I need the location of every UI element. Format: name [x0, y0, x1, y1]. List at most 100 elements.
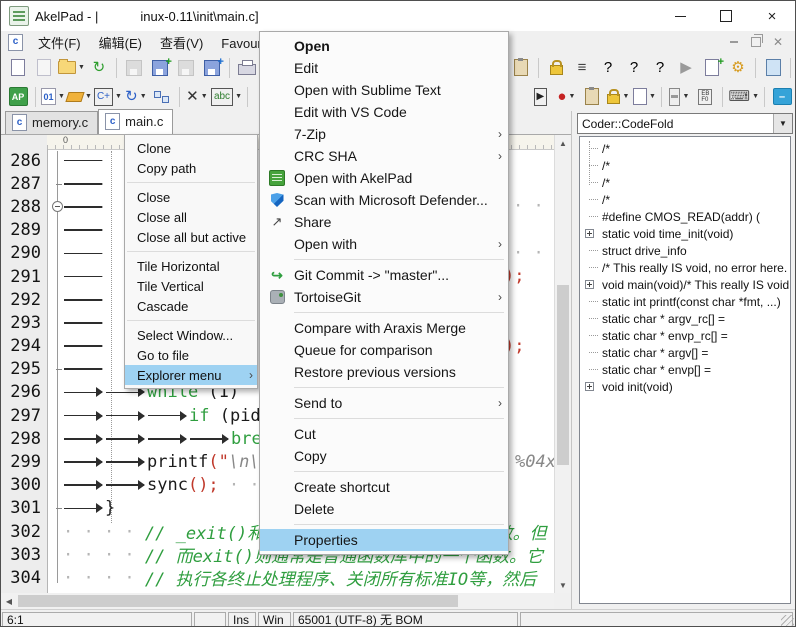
run-icon[interactable]: ▶	[674, 56, 698, 80]
codefold-item-static-char-argv[interactable]: static char * argv[] =	[580, 344, 790, 361]
new-file-icon[interactable]	[6, 56, 30, 80]
menu-item-send-to[interactable]: Send to›	[260, 392, 508, 414]
menu-item-tortoisegit[interactable]: TortoiseGit›	[260, 286, 508, 308]
menu-item-close-all[interactable]: Close all	[125, 207, 257, 227]
vertical-scroll-thumb[interactable]	[557, 285, 569, 465]
menu-item-copy[interactable]: Copy	[260, 445, 508, 467]
minimize-button[interactable]	[657, 1, 703, 31]
maximize-button[interactable]	[703, 1, 749, 31]
codefold-item-item[interactable]: /*	[580, 174, 790, 191]
dropdown-arrow-icon[interactable]: ▼	[235, 93, 242, 100]
codefold-plugin-selector[interactable]: Coder::CodeFold ▼	[577, 113, 793, 134]
menu-item-open[interactable]: Open	[260, 35, 508, 57]
menu-item-7-zip[interactable]: 7-Zip›	[260, 123, 508, 145]
recode-icon[interactable]: ↻▼	[124, 85, 148, 109]
dropdown-arrow-icon[interactable]: ▼	[682, 93, 689, 100]
open-file-icon[interactable]: ▼	[58, 56, 85, 80]
menu-item-properties[interactable]: Properties	[260, 529, 508, 551]
resize-grip[interactable]	[781, 615, 794, 627]
menu-item-open-with-sublime-text[interactable]: Open with Sublime Text	[260, 79, 508, 101]
menu-item-select-window[interactable]: Select Window...	[125, 325, 257, 345]
protect-document-icon[interactable]: ▼	[606, 85, 630, 109]
codefold-item-static-char-envp-rc[interactable]: static char * envp_rc[] =	[580, 327, 790, 344]
recent-files-icon[interactable]	[580, 85, 604, 109]
notes-icon[interactable]	[761, 56, 785, 80]
menu-item-tile-vertical[interactable]: Tile Vertical	[125, 276, 257, 296]
codefold-item-static-char-envp[interactable]: static char * envp[] =	[580, 361, 790, 378]
menu-item-create-shortcut[interactable]: Create shortcut	[260, 476, 508, 498]
menu-item-cascade[interactable]: Cascade	[125, 296, 257, 316]
dropdown-arrow-icon[interactable]: ▼	[85, 93, 92, 100]
dropdown-arrow-icon[interactable]: ▼	[201, 93, 208, 100]
syntax-theme-icon[interactable]: C+▼	[94, 85, 122, 109]
scroll-down-arrow-icon[interactable]: ▼	[555, 577, 571, 593]
menu-item-compare-with-araxis-merge[interactable]: Compare with Araxis Merge	[260, 317, 508, 339]
menu-item-queue-for-comparison[interactable]: Queue for comparison	[260, 339, 508, 361]
tree-expand-icon[interactable]	[585, 382, 594, 391]
akelpad-plugin-icon[interactable]: AP	[6, 85, 30, 109]
template-icon[interactable]: ▼	[632, 85, 656, 109]
save-all-icon[interactable]: +	[200, 56, 224, 80]
scroll-left-arrow-icon[interactable]: ◀	[1, 593, 17, 609]
codefold-item-this-really-is-void-no-error-here[interactable]: /* This really IS void, no error here. *…	[580, 259, 790, 276]
reopen-file-icon[interactable]: ↻	[87, 56, 111, 80]
menu-item-tile-horizontal[interactable]: Tile Horizontal	[125, 256, 257, 276]
dropdown-arrow-icon[interactable]: ▼	[622, 93, 629, 100]
spellcheck-icon[interactable]: abc▼	[211, 85, 242, 109]
dropdown-arrow-icon[interactable]: ▼	[115, 93, 122, 100]
horizontal-scroll-thumb[interactable]	[18, 595, 458, 607]
scroll-up-arrow-icon[interactable]: ▲	[555, 135, 571, 151]
editor-horizontal-scrollbar[interactable]: ◀	[1, 593, 554, 609]
chevron-down-icon[interactable]: ▼	[773, 114, 792, 133]
save-as-icon[interactable]: +	[148, 56, 172, 80]
tree-expand-icon[interactable]	[585, 229, 594, 238]
menu-item-share[interactable]: ↗Share	[260, 211, 508, 233]
save-icon[interactable]	[122, 56, 146, 80]
menu-item-open-with-akelpad[interactable]: Open with AkelPad	[260, 167, 508, 189]
menu-item-git-commit-master[interactable]: ↪Git Commit -> "master"...	[260, 264, 508, 286]
settings-gear-icon[interactable]: ⚙	[726, 56, 750, 80]
tree-expand-icon[interactable]	[585, 280, 594, 289]
menubar-item-文件-f[interactable]: 文件(F)	[29, 34, 90, 53]
clipboard-history-icon[interactable]	[509, 56, 533, 80]
scroll-sync-icon[interactable]: ▼	[667, 85, 691, 109]
codefold-item-item[interactable]: /*	[580, 140, 790, 157]
codefold-item-void-init-void[interactable]: void init(void)	[580, 378, 790, 395]
codefold-item-static-int-printf-const-char-fmt[interactable]: static int printf(const char *fmt, ...)	[580, 293, 790, 310]
menu-item-close[interactable]: Close	[125, 187, 257, 207]
menu-item-cut[interactable]: Cut	[260, 423, 508, 445]
dropdown-arrow-icon[interactable]: ▼	[58, 93, 65, 100]
fold-collapse-icon[interactable]	[47, 195, 63, 218]
save-copy-icon[interactable]	[174, 56, 198, 80]
document-tab-memory-c[interactable]: memory.c	[5, 111, 98, 134]
mdi-close-button[interactable]: ✕	[767, 34, 789, 50]
collapse-icon[interactable]: ✕▼	[185, 85, 209, 109]
menu-item-restore-previous-versions[interactable]: Restore previous versions	[260, 361, 508, 383]
keyboard-layout-icon[interactable]: ⌨▼	[728, 85, 759, 109]
menu-item-edit-with-vs-code[interactable]: Edit with VS Code	[260, 101, 508, 123]
editor-vertical-scrollbar[interactable]: ▲ ▼	[554, 135, 571, 593]
codefold-item-static-void-time-init-void[interactable]: static void time_init(void)	[580, 225, 790, 242]
tray-minimize-icon[interactable]: –	[770, 85, 794, 109]
split-window-horizontal-icon[interactable]: ?	[648, 56, 672, 80]
read-only-lock-icon[interactable]	[544, 56, 568, 80]
code-structure-icon[interactable]	[150, 85, 174, 109]
menu-item-close-all-but-active[interactable]: Close all but active	[125, 227, 257, 247]
codefold-item-struct-drive-info[interactable]: struct drive_info	[580, 242, 790, 259]
menubar-item-查看-v[interactable]: 查看(V)	[151, 34, 212, 53]
document-tab-main-c[interactable]: main.c	[98, 109, 173, 134]
execute-box-icon[interactable]: ▶	[528, 85, 552, 109]
close-button[interactable]: ×	[749, 1, 795, 31]
word-wrap-icon[interactable]: ≡	[570, 56, 594, 80]
highlight-icon[interactable]: ▼	[67, 85, 92, 109]
menu-item-copy-path[interactable]: Copy path	[125, 158, 257, 178]
codefold-item-static-char-argv-rc[interactable]: static char * argv_rc[] =	[580, 310, 790, 327]
menubar-item-编辑-e[interactable]: 编辑(E)	[90, 34, 151, 53]
macro-record-icon[interactable]: ●▼	[554, 85, 578, 109]
menu-item-clone[interactable]: Clone	[125, 138, 257, 158]
menu-item-edit[interactable]: Edit	[260, 57, 508, 79]
dropdown-arrow-icon[interactable]: ▼	[649, 93, 656, 100]
dropdown-arrow-icon[interactable]: ▼	[568, 93, 575, 100]
print-icon[interactable]	[235, 56, 259, 80]
mdi-restore-button[interactable]	[745, 34, 767, 50]
